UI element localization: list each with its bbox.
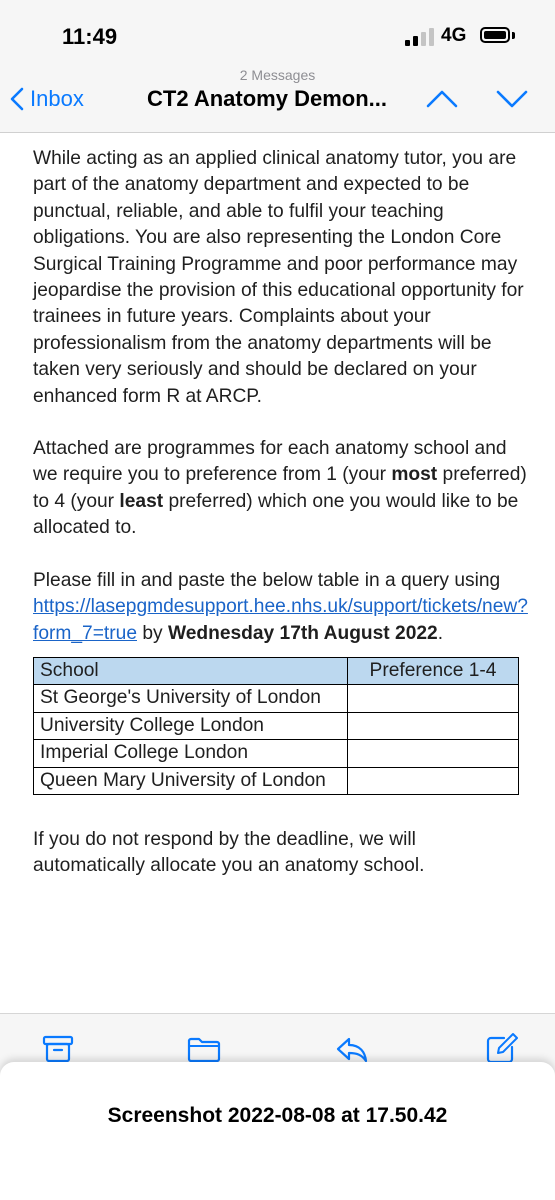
header-school: School: [33, 656, 348, 686]
preference-cell: [347, 739, 519, 768]
preference-table: School Preference 1-4 St George's Univer…: [33, 656, 519, 795]
screenshot-filename: Screenshot 2022-08-08 at 17.50.42: [107, 1104, 448, 1127]
screenshot-caption-sheet: Screenshot 2022-08-08 at 17.50.42: [0, 1062, 555, 1200]
table-row: University College London: [33, 711, 519, 741]
paragraph-instructions: Please fill in and paste the below table…: [33, 568, 533, 647]
reply-button[interactable]: [334, 1032, 370, 1066]
chevron-down-icon: [496, 90, 528, 108]
preference-cell: [347, 766, 519, 795]
preference-cell: [347, 711, 519, 741]
header-preference: Preference 1-4: [347, 656, 519, 686]
network-label: 4G: [441, 25, 467, 46]
emphasis-most: most: [391, 464, 438, 486]
move-folder-button[interactable]: [186, 1032, 222, 1066]
school-cell: St George's University of London: [33, 684, 348, 713]
compose-icon: [486, 1033, 518, 1064]
nav-bar: 2 Messages Inbox CT2 Anatomy Demon...: [0, 67, 555, 133]
battery-icon: [480, 27, 510, 43]
status-bar: 11:49 4G: [0, 0, 555, 70]
previous-message-button[interactable]: [422, 82, 462, 116]
table-header-row: School Preference 1-4: [33, 656, 519, 686]
text-segment: .: [437, 622, 444, 644]
chevron-left-icon: [10, 87, 24, 111]
text-segment: by: [137, 622, 168, 644]
table-row: Imperial College London: [33, 739, 519, 768]
next-message-button[interactable]: [492, 82, 532, 116]
folder-icon: [187, 1037, 221, 1063]
archive-button[interactable]: [40, 1032, 76, 1066]
text-segment: Please fill in and paste the below table…: [33, 569, 501, 591]
deadline-date: Wednesday 17th August 2022: [167, 622, 438, 644]
compose-button[interactable]: [484, 1032, 520, 1066]
paragraph-preferences: Attached are programmes for each anatomy…: [33, 436, 533, 542]
email-body: While acting as an applied clinical anat…: [33, 146, 533, 880]
reply-icon: [336, 1037, 368, 1063]
school-cell: Queen Mary University of London: [33, 766, 348, 795]
message-count: 2 Messages: [239, 67, 316, 83]
thread-title: CT2 Anatomy Demon...: [147, 86, 387, 111]
paragraph-deadline-note: If you do not respond by the deadline, w…: [33, 828, 425, 877]
table-row: St George's University of London: [33, 684, 519, 713]
school-cell: Imperial College London: [33, 739, 348, 768]
table-row: Queen Mary University of London: [33, 766, 519, 795]
archive-icon: [42, 1035, 74, 1063]
signal-icon: [405, 28, 435, 46]
battery-tip: [512, 32, 515, 39]
emphasis-least: least: [119, 490, 164, 512]
paragraph-tutor-obligations: While acting as an applied clinical anat…: [33, 148, 524, 407]
back-label: Inbox: [30, 86, 84, 111]
school-cell: University College London: [33, 711, 348, 741]
back-button[interactable]: Inbox: [10, 84, 84, 114]
preference-cell: [347, 684, 519, 713]
status-time: 11:49: [62, 24, 118, 49]
chevron-up-icon: [426, 90, 458, 108]
